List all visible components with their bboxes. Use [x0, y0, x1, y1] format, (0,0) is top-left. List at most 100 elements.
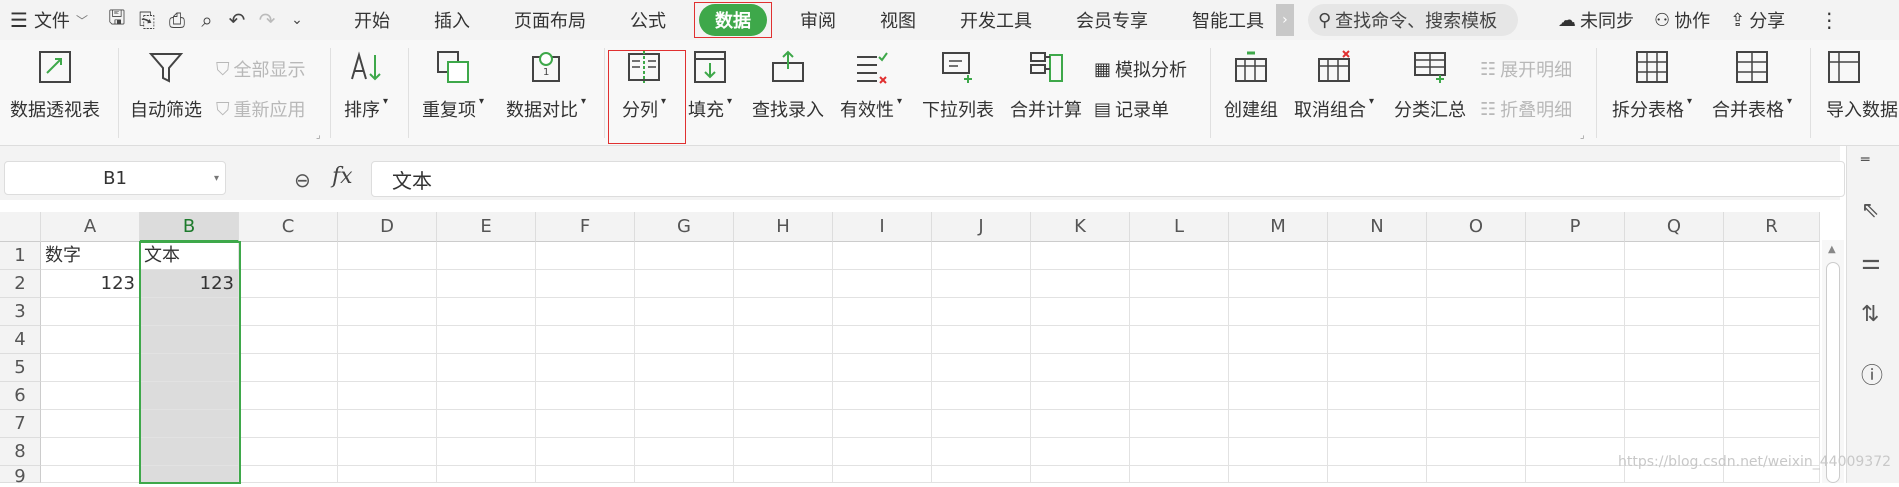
grid-cell[interactable]	[1229, 270, 1328, 298]
scrollbar-thumb[interactable]	[1826, 262, 1840, 483]
row-header[interactable]: 2	[0, 270, 41, 298]
grid-cell[interactable]	[1031, 382, 1130, 410]
grid-cell[interactable]	[239, 326, 338, 354]
column-header[interactable]: B	[140, 212, 239, 242]
grid-cell[interactable]	[536, 270, 635, 298]
grid-cell[interactable]	[932, 298, 1031, 326]
fill-button[interactable]: 填充	[688, 44, 732, 122]
grid-cell[interactable]	[1229, 438, 1328, 466]
column-header[interactable]: C	[239, 212, 338, 242]
grid-cell[interactable]	[1130, 270, 1229, 298]
grid-cell[interactable]	[1229, 242, 1328, 270]
sync-button[interactable]: ☁ 未同步	[1558, 7, 1634, 33]
grid-cell[interactable]	[1724, 298, 1820, 326]
consolidate-button[interactable]: 合并计算	[1010, 44, 1082, 122]
grid-cell[interactable]	[932, 242, 1031, 270]
column-header[interactable]: D	[338, 212, 437, 242]
select-pointer-icon[interactable]: ⇖	[1861, 198, 1879, 223]
grid-cell[interactable]	[437, 298, 536, 326]
tab-developer[interactable]: 开发工具	[938, 0, 1054, 40]
cell-a2[interactable]: 123	[41, 270, 140, 298]
grid-cell[interactable]	[1427, 410, 1526, 438]
grid-cell[interactable]	[635, 298, 734, 326]
grid-cell[interactable]	[833, 298, 932, 326]
transform-icon[interactable]: ⇅	[1861, 302, 1879, 327]
grid-cell[interactable]	[239, 242, 338, 270]
grid-cell[interactable]	[833, 270, 932, 298]
grid-cell[interactable]	[833, 438, 932, 466]
grid-cell[interactable]	[1130, 382, 1229, 410]
vertical-scrollbar[interactable]: ▲	[1822, 240, 1844, 483]
grid-cell[interactable]	[1427, 354, 1526, 382]
reapply-button[interactable]: ⛉ 重新应用	[216, 96, 306, 122]
column-header[interactable]: R	[1724, 212, 1820, 242]
share-button[interactable]: ⇪ 分享	[1730, 7, 1785, 33]
grid-cell[interactable]	[239, 410, 338, 438]
grid-cell[interactable]	[932, 354, 1031, 382]
grid-cell[interactable]	[140, 438, 239, 466]
grid-cell[interactable]	[1130, 466, 1229, 483]
grid-cell[interactable]	[1031, 298, 1130, 326]
redo-icon[interactable]: ↷	[252, 8, 282, 32]
panel-grip-icon[interactable]: ═	[1861, 152, 1869, 168]
grid-cell[interactable]	[932, 382, 1031, 410]
record-form-button[interactable]: ▤ 记录单	[1094, 96, 1169, 122]
tab-insert[interactable]: 插入	[412, 0, 492, 40]
grid-cell[interactable]	[1625, 382, 1724, 410]
column-header[interactable]: M	[1229, 212, 1328, 242]
grid-cell[interactable]	[1625, 270, 1724, 298]
grid-cell[interactable]	[1526, 242, 1625, 270]
grid-cell[interactable]	[140, 410, 239, 438]
column-header[interactable]: J	[932, 212, 1031, 242]
grid-cell[interactable]	[635, 270, 734, 298]
sort-button[interactable]: 排序	[344, 44, 388, 122]
search-commands[interactable]: ⚲ 查找命令、搜索模板	[1307, 4, 1518, 36]
grid-cell[interactable]	[41, 466, 140, 483]
tab-smart-tools[interactable]: 智能工具	[1170, 0, 1286, 40]
grid-cell[interactable]	[1328, 354, 1427, 382]
tabs-more-arrow-icon[interactable]: ›	[1275, 4, 1294, 36]
grid-cell[interactable]	[635, 382, 734, 410]
grid-cell[interactable]	[536, 382, 635, 410]
grid-cell[interactable]	[1427, 466, 1526, 483]
column-header[interactable]: K	[1031, 212, 1130, 242]
grid-cell[interactable]	[41, 410, 140, 438]
subtotal-button[interactable]: 分类汇总	[1394, 44, 1466, 122]
tab-data[interactable]: 数据	[693, 2, 772, 38]
grid-cell[interactable]	[1625, 410, 1724, 438]
dialog-launcher-icon[interactable]: ⌟	[316, 130, 321, 141]
grid-cell[interactable]	[635, 326, 734, 354]
autofilter-button[interactable]: 自动筛选	[130, 44, 202, 122]
grid-cell[interactable]	[338, 270, 437, 298]
grid-cell[interactable]	[140, 298, 239, 326]
grid-cell[interactable]	[239, 466, 338, 483]
grid-cell[interactable]	[338, 410, 437, 438]
grid-cell[interactable]	[338, 382, 437, 410]
row-header[interactable]: 8	[0, 438, 41, 466]
show-all-button[interactable]: ⛉ 全部显示	[216, 56, 306, 82]
grid-cell[interactable]	[536, 438, 635, 466]
grid-cell[interactable]	[437, 354, 536, 382]
column-header[interactable]: E	[437, 212, 536, 242]
grid-cell[interactable]	[1427, 438, 1526, 466]
grid-cell[interactable]	[635, 354, 734, 382]
insert-function-icon[interactable]: fx	[332, 164, 353, 189]
grid-cell[interactable]	[536, 354, 635, 382]
grid-cell[interactable]	[239, 382, 338, 410]
collaborate-button[interactable]: ⚇ 协作	[1654, 7, 1710, 33]
column-header[interactable]: F	[536, 212, 635, 242]
grid-cell[interactable]	[1130, 410, 1229, 438]
grid-cell[interactable]	[437, 410, 536, 438]
grid-cell[interactable]	[239, 298, 338, 326]
grid-cell[interactable]	[833, 466, 932, 483]
grid-cell[interactable]	[41, 354, 140, 382]
grid-cell[interactable]	[1130, 438, 1229, 466]
grid-cell[interactable]	[1724, 354, 1820, 382]
grid-cell[interactable]	[1031, 242, 1130, 270]
grid-cell[interactable]	[338, 466, 437, 483]
name-box[interactable]: B1 ▾	[4, 161, 226, 195]
dialog-launcher-icon[interactable]: ⌟	[1580, 130, 1585, 141]
grid-cell[interactable]	[338, 354, 437, 382]
validity-button[interactable]: 有效性	[840, 44, 902, 122]
grid-cell[interactable]	[437, 270, 536, 298]
